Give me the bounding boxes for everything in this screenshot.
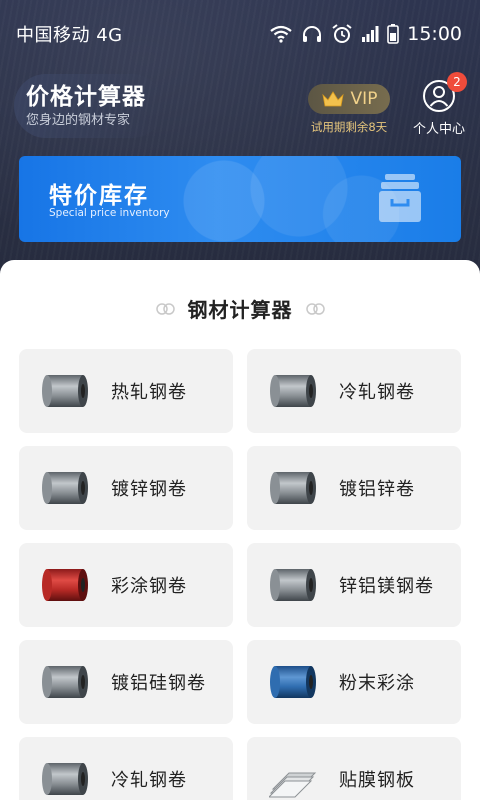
battery-icon <box>387 24 400 44</box>
crown-icon <box>321 91 344 107</box>
banner-decoration <box>149 156 399 242</box>
calculator-item[interactable]: 冷轧钢卷 <box>247 349 461 433</box>
profile-center-button[interactable]: 2 个人中心 <box>408 72 470 137</box>
calculator-item[interactable]: 冷轧钢卷 <box>19 737 233 800</box>
steel-coil-icon <box>41 468 89 508</box>
calculator-item-label: 镀铝硅钢卷 <box>111 673 206 694</box>
app-title: 价格计算器 <box>26 84 146 110</box>
calculator-item-label: 镀锌钢卷 <box>111 479 187 500</box>
vip-trial-text: 试用期剩余8天 <box>310 120 388 134</box>
status-icons: 15:00 <box>269 23 462 45</box>
steel-coil-icon <box>41 759 89 799</box>
calculator-item[interactable]: 热轧钢卷 <box>19 349 233 433</box>
banner-title: 特价库存 <box>49 183 149 209</box>
calculator-panel: 钢材计算器 热轧钢卷 冷轧钢卷 镀锌钢卷 镀铝锌卷 彩涂钢卷 锌铝镁钢卷 镀铝硅钢卷 粉末彩涂… <box>0 260 480 800</box>
status-time: 15:00 <box>407 23 462 45</box>
inventory-box-icon <box>379 174 421 222</box>
calculator-item[interactable]: 镀铝硅钢卷 <box>19 640 233 724</box>
steel-coil-icon <box>41 371 89 411</box>
steel-sheet-icon <box>267 759 317 799</box>
steel-coil-icon <box>41 662 89 702</box>
status-bar: 中国移动 4G 15:00 <box>0 0 480 68</box>
calculator-item-label: 镀铝锌卷 <box>339 479 415 500</box>
app-title-block: 价格计算器 您身边的钢材专家 <box>14 74 164 138</box>
notification-badge: 2 <box>447 72 467 92</box>
signal-icon <box>362 26 379 42</box>
calculator-item[interactable]: 镀锌钢卷 <box>19 446 233 530</box>
steel-coil-icon <box>41 565 89 605</box>
calculator-item-label: 热轧钢卷 <box>111 382 187 403</box>
calculator-item[interactable]: 锌铝镁钢卷 <box>247 543 461 627</box>
profile-icon-wrap[interactable]: 2 <box>421 72 467 114</box>
calculator-item[interactable]: 彩涂钢卷 <box>19 543 233 627</box>
steel-coil-icon <box>269 468 317 508</box>
alarm-icon <box>332 24 352 43</box>
carrier-label: 中国移动 4G <box>16 25 123 46</box>
steel-coil-icon <box>269 371 317 411</box>
section-header: 钢材计算器 <box>0 294 480 323</box>
steel-coil-icon <box>269 565 317 605</box>
profile-center-label: 个人中心 <box>412 122 465 137</box>
calculator-grid: 热轧钢卷 冷轧钢卷 镀锌钢卷 镀铝锌卷 彩涂钢卷 锌铝镁钢卷 镀铝硅钢卷 粉末彩涂 冷轧钢卷 贴膜… <box>19 349 461 800</box>
right-decoration-icon <box>305 302 325 315</box>
calculator-item-label: 贴膜钢板 <box>339 770 415 791</box>
headphones-icon <box>303 26 322 42</box>
calculator-item-label: 冷轧钢卷 <box>339 382 415 403</box>
app-subtitle: 您身边的钢材专家 <box>26 113 131 128</box>
steel-coil-icon <box>269 662 317 702</box>
wifi-icon <box>270 25 292 43</box>
left-decoration-icon <box>155 302 175 315</box>
banner-subtitle: Special price inventory <box>49 207 170 219</box>
vip-label: VIP <box>350 89 378 109</box>
calculator-item[interactable]: 粉末彩涂 <box>247 640 461 724</box>
vip-button[interactable]: VIP 试用期剩余8天 <box>305 84 393 135</box>
calculator-item[interactable]: 镀铝锌卷 <box>247 446 461 530</box>
section-title: 钢材计算器 <box>187 298 293 322</box>
calculator-item[interactable]: 贴膜钢板 <box>247 737 461 800</box>
calculator-item-label: 彩涂钢卷 <box>111 576 187 597</box>
calculator-item-label: 粉末彩涂 <box>339 673 415 694</box>
vip-badge[interactable]: VIP <box>308 84 390 114</box>
special-inventory-banner[interactable]: 特价库存 Special price inventory <box>19 156 461 242</box>
calculator-item-label: 冷轧钢卷 <box>111 770 187 791</box>
calculator-item-label: 锌铝镁钢卷 <box>339 576 434 597</box>
